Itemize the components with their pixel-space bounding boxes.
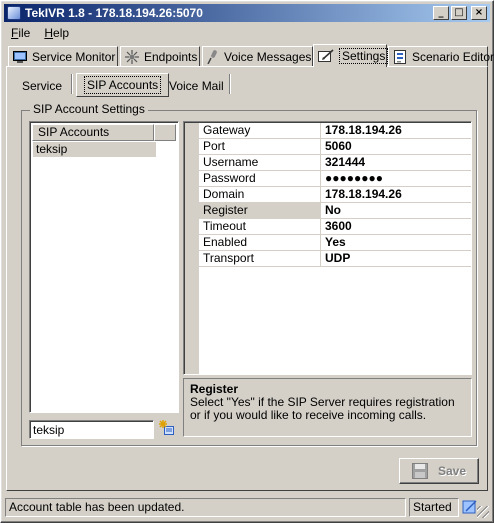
property-value[interactable]: Yes: [323, 235, 471, 250]
property-row-password[interactable]: Password ●●●●●●●●: [199, 171, 471, 187]
property-row-gateway[interactable]: Gateway 178.18.194.26: [199, 123, 471, 139]
list-header-filler: [154, 124, 176, 141]
subtab-voice-mail[interactable]: Voice Mail: [162, 75, 231, 96]
property-value[interactable]: 178.18.194.26: [323, 187, 471, 202]
subtab-label: Service: [22, 78, 63, 93]
grid-gutter: [185, 123, 199, 374]
menu-help-rest: elp: [53, 25, 70, 40]
settings-sub-tabs: Service SIP Accounts Voice Mail: [12, 73, 472, 97]
tab-label: Voice Messages: [224, 49, 312, 64]
menu-help-accel: H: [44, 25, 54, 40]
subtab-service[interactable]: Service: [15, 75, 69, 96]
property-row-timeout[interactable]: Timeout 3600: [199, 219, 471, 235]
property-value[interactable]: No: [323, 203, 471, 218]
tray-icon: [462, 499, 478, 518]
property-value[interactable]: ●●●●●●●●: [323, 171, 471, 186]
account-name-input[interactable]: [29, 420, 154, 439]
description-title: Register: [190, 382, 239, 396]
menu-file-rest: ile: [18, 25, 31, 40]
property-value[interactable]: 5060: [323, 139, 471, 154]
property-row-domain[interactable]: Domain 178.18.194.26: [199, 187, 471, 203]
property-value[interactable]: 321444: [323, 155, 471, 170]
add-account-button[interactable]: [157, 419, 177, 439]
menu-file[interactable]: File: [4, 26, 37, 40]
property-row-port[interactable]: Port 5060: [199, 139, 471, 155]
property-name: Gateway: [199, 123, 321, 138]
property-row-enabled[interactable]: Enabled Yes: [199, 235, 471, 251]
minimize-button[interactable]: _: [433, 6, 449, 20]
close-button[interactable]: ×: [471, 6, 487, 20]
list-header[interactable]: SIP Accounts: [32, 124, 154, 141]
status-message: Account table has been updated.: [5, 498, 406, 517]
title-bar[interactable]: TekIVR 1.8 - 178.18.194.26:5070 _ □ ×: [4, 4, 490, 22]
subtab-separator: [229, 74, 231, 94]
monitor-icon: [13, 50, 27, 64]
window-title: TekIVR 1.8 - 178.18.194.26:5070: [25, 6, 203, 20]
tab-label: Scenario Editor: [412, 49, 494, 64]
tab-voice-messages[interactable]: Voice Messages: [202, 46, 313, 66]
property-value[interactable]: UDP: [323, 251, 471, 266]
subtab-label: Voice Mail: [169, 78, 224, 93]
property-row-transport[interactable]: Transport UDP: [199, 251, 471, 267]
tab-settings[interactable]: Settings: [313, 44, 389, 67]
tab-scenario-editor[interactable]: Scenario Editor: [388, 46, 494, 66]
save-button[interactable]: Save: [399, 458, 479, 484]
network-icon: [125, 49, 139, 64]
list-item[interactable]: teksip: [33, 142, 156, 157]
settings-icon: [318, 49, 334, 63]
property-grid[interactable]: Gateway 178.18.194.26 Port 5060 Username…: [183, 121, 472, 375]
property-name: Timeout: [199, 219, 321, 234]
property-name: Register: [199, 203, 321, 218]
tab-label: Endpoints: [144, 49, 198, 64]
property-name: Password: [199, 171, 321, 186]
menu-help[interactable]: Help: [37, 26, 76, 40]
property-row-username[interactable]: Username 321444: [199, 155, 471, 171]
sip-accounts-list[interactable]: SIP Accounts teksip: [29, 121, 179, 413]
property-row-register[interactable]: Register No: [199, 203, 471, 219]
status-state: Started: [409, 498, 459, 517]
description-text: Select "Yes" if the SIP Server requires …: [190, 395, 455, 422]
save-label: Save: [437, 464, 467, 478]
tab-service-monitor[interactable]: Service Monitor: [8, 46, 118, 66]
property-name: Transport: [199, 251, 321, 266]
maximize-button[interactable]: □: [451, 6, 467, 20]
app-icon: [7, 6, 21, 20]
scenario-icon: [393, 49, 407, 64]
add-account-icon: [158, 419, 176, 440]
group-title: SIP Account Settings: [30, 102, 148, 116]
floppy-disk-icon: [411, 463, 428, 479]
property-value[interactable]: 178.18.194.26: [323, 123, 471, 138]
main-tab-strip: Service Monitor Endpoints Voice Messages…: [6, 44, 494, 67]
subtab-sip-accounts[interactable]: SIP Accounts: [76, 73, 170, 97]
microphone-icon: [207, 49, 219, 64]
tab-endpoints[interactable]: Endpoints: [120, 46, 200, 66]
property-name: Enabled: [199, 235, 321, 250]
property-description: Register Select "Yes" if the SIP Server …: [183, 378, 472, 437]
property-name: Username: [199, 155, 321, 170]
status-bar: Account table has been updated. Started: [3, 498, 489, 518]
property-name: Port: [199, 139, 321, 154]
resize-grip[interactable]: [477, 506, 489, 518]
property-value[interactable]: 3600: [323, 219, 471, 234]
subtab-label: SIP Accounts: [84, 76, 162, 94]
property-name: Domain: [199, 187, 321, 202]
tab-label: Service Monitor: [32, 49, 116, 64]
subtab-separator: [71, 74, 73, 94]
menu-bar: File Help: [4, 23, 490, 42]
tab-label: Settings: [339, 48, 389, 64]
